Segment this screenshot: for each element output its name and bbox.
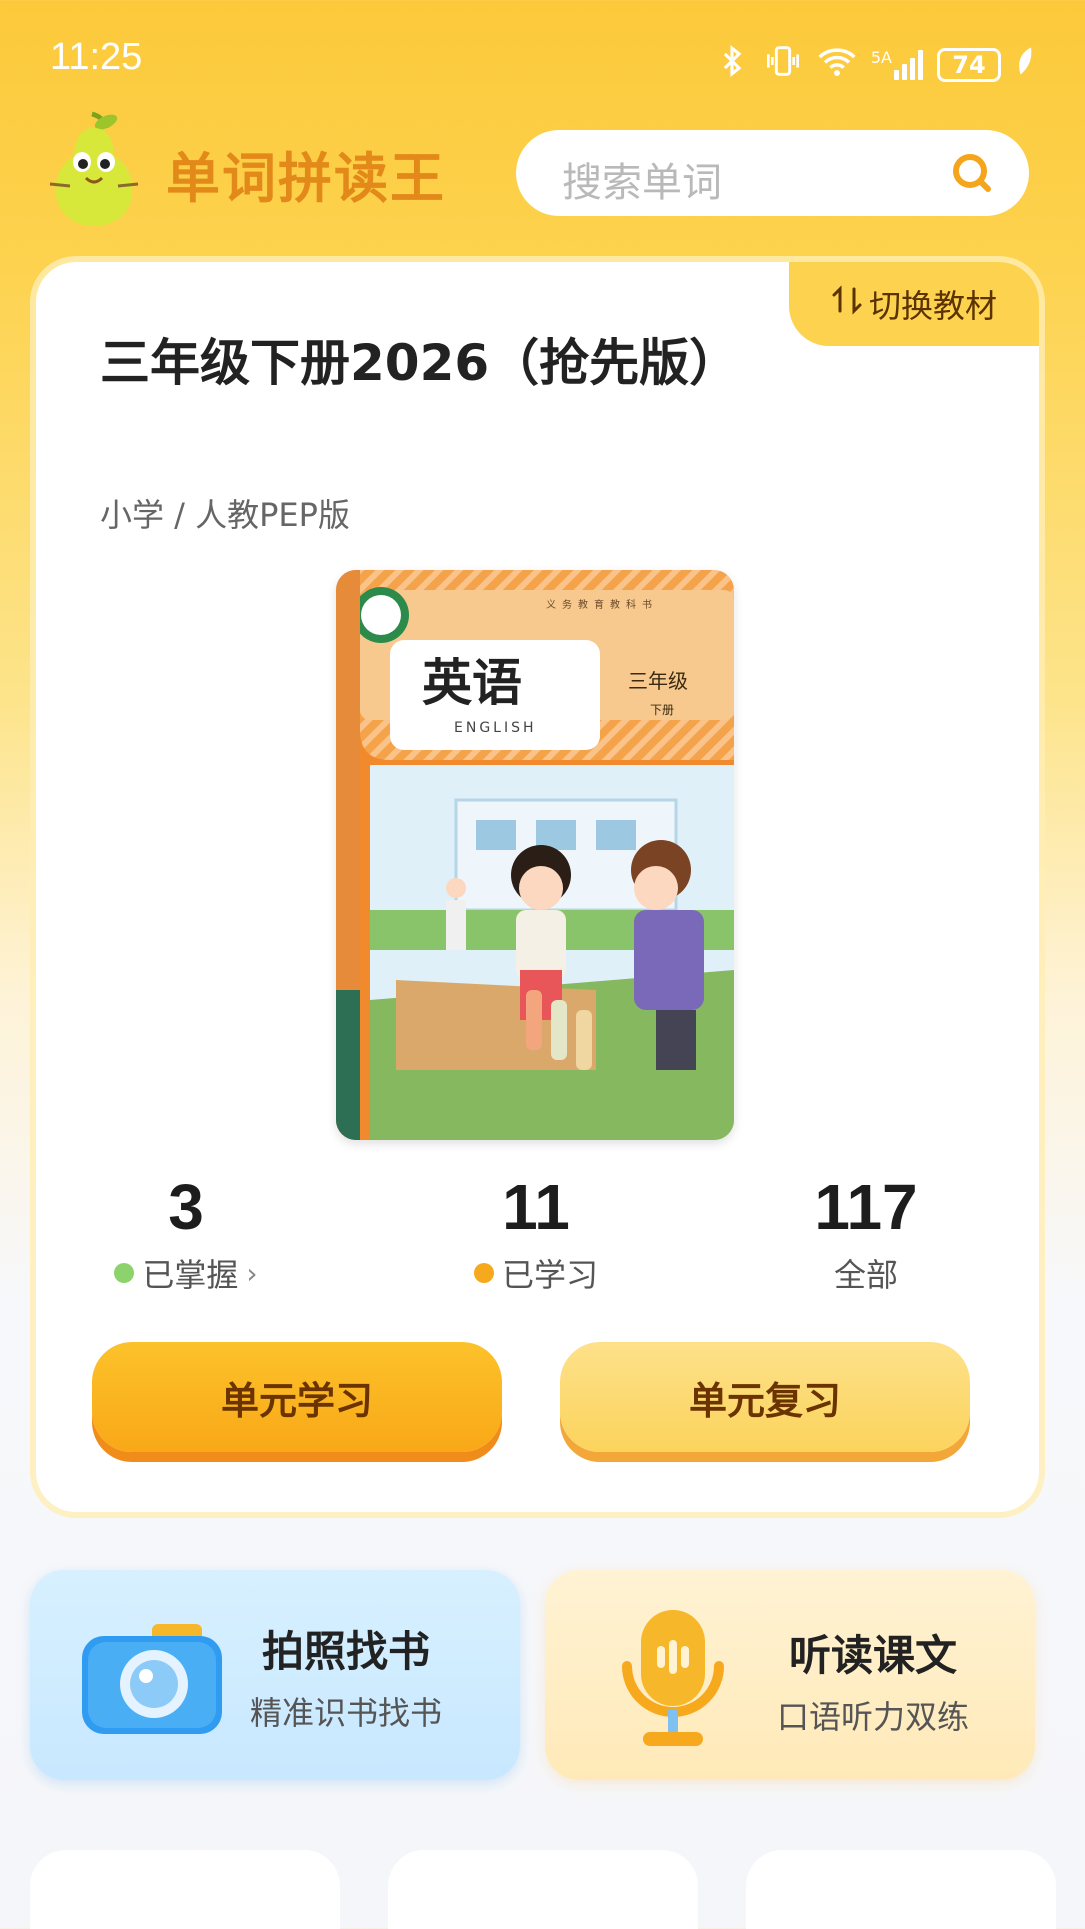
pear-mascot-logo (48, 110, 140, 230)
app-name: 单词拼读王 (166, 147, 446, 210)
bottom-card-1[interactable] (30, 1850, 340, 1929)
switch-icon (831, 285, 863, 323)
bottom-card-2[interactable] (388, 1850, 698, 1929)
stat-total: 117 全部 (776, 1170, 956, 1296)
mastered-count: 3 (168, 1171, 204, 1243)
bottom-card-3[interactable] (746, 1850, 1056, 1929)
battery-indicator: 74 (937, 48, 1001, 82)
photo-find-book-subtitle: 精准识书找书 (250, 1694, 443, 1732)
cover-series: 义务教育教科书 (546, 598, 658, 611)
total-label: 全部 (833, 1256, 898, 1294)
search-input[interactable]: 搜索单词 (516, 130, 1029, 216)
stat-mastered[interactable]: 3 已掌握 › (96, 1170, 276, 1296)
listen-read-text-card[interactable]: 听读课文 口语听力双练 (545, 1570, 1035, 1780)
textbook-cover[interactable]: 英语 ENGLISH 三年级 下册 义务教育教科书 (336, 570, 734, 1140)
cover-grade: 三年级 (628, 669, 688, 693)
cover-volume: 下册 (650, 703, 674, 717)
switch-textbook-button[interactable]: 切换教材 (789, 262, 1039, 346)
unit-learn-button[interactable]: 单元学习 (92, 1342, 502, 1452)
signal-icon: 5A (871, 50, 923, 80)
chevron-right-icon: › (246, 1256, 258, 1290)
microphone-icon (613, 1606, 733, 1760)
textbook-subtitle: 小学 / 人教PEP版 (100, 496, 350, 534)
search-placeholder: 搜索单词 (562, 160, 722, 206)
bluetooth-icon (715, 44, 749, 86)
listen-read-text-subtitle: 口语听力双练 (777, 1698, 970, 1736)
textbook-card: 切换教材 三年级下册2026（抢先版） 小学 / 人教PEP版 英语 ENGLI… (36, 262, 1039, 1512)
unit-review-button[interactable]: 单元复习 (560, 1342, 970, 1452)
learned-count: 11 (502, 1171, 570, 1243)
cover-subject: 英语 (422, 653, 522, 712)
textbook-title: 三年级下册2026（抢先版） (100, 334, 740, 392)
green-dot-icon (114, 1263, 135, 1283)
orange-dot-icon (473, 1263, 494, 1283)
search-icon[interactable] (951, 152, 993, 194)
vibrate-icon (763, 44, 803, 86)
learned-label: 已学习 (501, 1256, 598, 1294)
cover-subject-en: ENGLISH (454, 720, 537, 736)
photo-find-book-card[interactable]: 拍照找书 精准识书找书 (30, 1570, 520, 1780)
stat-learned: 11 已学习 (446, 1170, 626, 1296)
photo-find-book-title: 拍照找书 (262, 1627, 431, 1676)
status-icons: 5A 74 (715, 44, 1035, 86)
total-count: 117 (814, 1171, 918, 1243)
mastered-label: 已掌握 (142, 1256, 239, 1294)
camera-icon (82, 1622, 222, 1740)
status-bar: 11:25 5A 74 (0, 0, 1085, 110)
switch-textbook-label: 切换教材 (868, 287, 997, 325)
status-time: 11:25 (50, 36, 143, 78)
app-header: 单词拼读王 搜索单词 (0, 100, 1085, 230)
leaf-icon (1015, 46, 1035, 84)
wifi-icon (817, 45, 857, 85)
listen-read-text-title: 听读课文 (789, 1631, 958, 1680)
